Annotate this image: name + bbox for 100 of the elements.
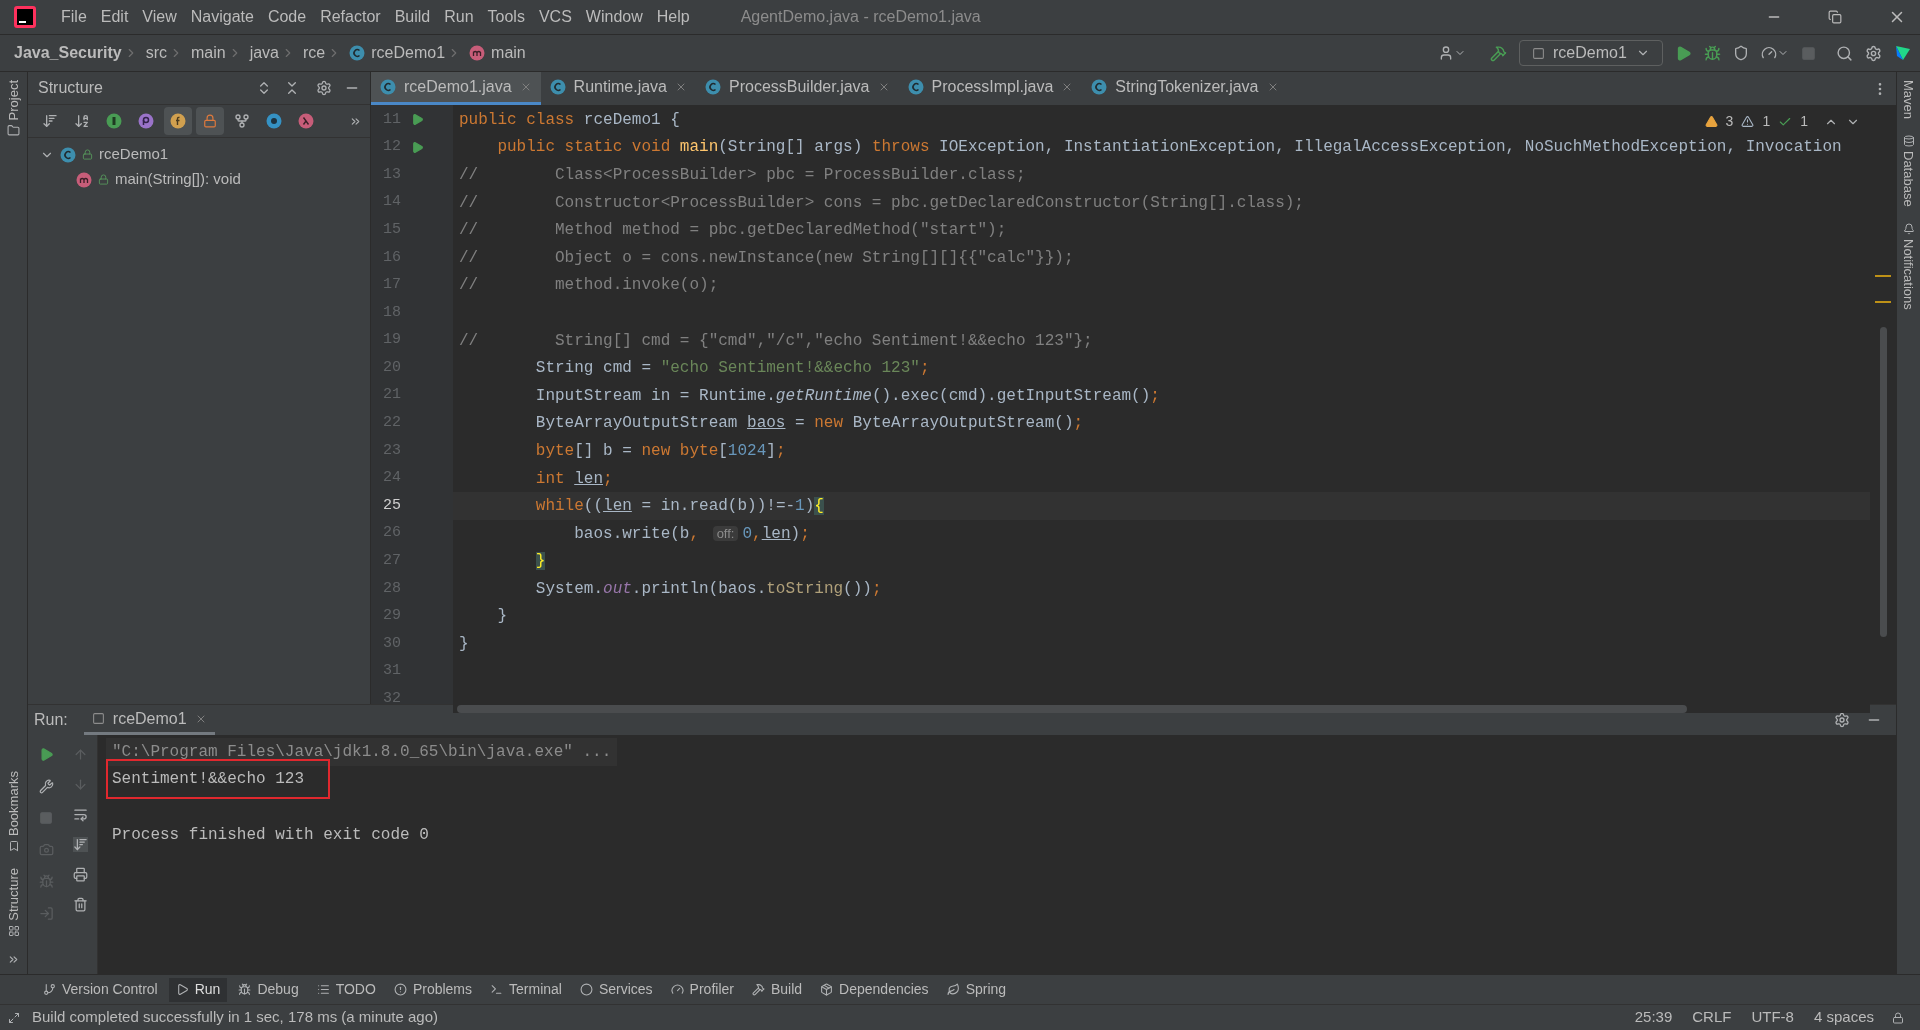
editor-tab[interactable]: rceDemo1.java bbox=[371, 72, 541, 105]
menu-item[interactable]: Window bbox=[578, 5, 650, 29]
tool-window-tab[interactable]: Terminal bbox=[483, 977, 569, 1002]
breadcrumb[interactable]: rceDemo1 bbox=[371, 41, 446, 65]
class-icon bbox=[1091, 79, 1108, 95]
method-icon bbox=[469, 45, 486, 61]
hammer-icon bbox=[751, 983, 765, 996]
status-item[interactable]: 25:39 bbox=[1624, 1006, 1683, 1029]
code-line: } bbox=[496, 606, 507, 628]
code-line: int len; bbox=[534, 468, 613, 490]
hammer-icon[interactable] bbox=[1490, 44, 1507, 62]
tool-window-tab[interactable]: Run bbox=[168, 977, 228, 1002]
trash-icon[interactable] bbox=[73, 897, 88, 912]
plugin-logo-icon bbox=[1894, 44, 1912, 62]
tool-window-tab[interactable]: Version Control bbox=[36, 977, 165, 1002]
window-icon bbox=[91, 712, 105, 725]
search-icon[interactable] bbox=[1836, 44, 1853, 62]
tool-window-tab[interactable]: Services bbox=[572, 977, 660, 1002]
code-line: baos.write(b, off: 0,len); bbox=[573, 523, 810, 545]
branch-icon bbox=[43, 983, 56, 996]
class-icon bbox=[60, 146, 76, 163]
side-tool-tab[interactable]: Database bbox=[1898, 151, 1919, 207]
status-item[interactable]: CRLF bbox=[1682, 1006, 1742, 1029]
menu-item[interactable]: Tools bbox=[480, 5, 532, 29]
status-item[interactable]: 4 spaces bbox=[1803, 1006, 1884, 1029]
settings-icon[interactable] bbox=[1865, 44, 1882, 62]
breadcrumb[interactable]: main bbox=[491, 41, 526, 65]
list-icon bbox=[316, 983, 330, 996]
tree-item[interactable]: rceDemo1 bbox=[99, 143, 169, 166]
menu-item[interactable]: Code bbox=[260, 5, 314, 29]
horizontal-scrollbar[interactable] bbox=[457, 705, 1687, 714]
layout-icon[interactable] bbox=[8, 1011, 20, 1024]
code-line: InputStream in = Runtime.getRuntime().exec(cmd).getInputStream(); bbox=[534, 385, 1160, 407]
breadcrumb[interactable]: main bbox=[190, 41, 226, 65]
run-gutter-icon[interactable] bbox=[411, 113, 424, 127]
close-icon[interactable] bbox=[675, 81, 687, 93]
code-line: public static void main(String[] args) throws IOException, InstantiationException, IllegalAccessException, NoSuchMethodException, Invocation bbox=[496, 137, 1842, 159]
code-line: // Constructor<ProcessBuilder> cons = pbc.getDeclaredConstructor(String[].class); bbox=[459, 192, 1304, 214]
folder-icon bbox=[7, 124, 20, 138]
lock-icon[interactable] bbox=[1892, 1011, 1904, 1024]
side-tool-tab[interactable]: Structure bbox=[3, 868, 24, 921]
scroll-end-icon[interactable] bbox=[73, 837, 88, 852]
side-tool-tab[interactable]: Bookmarks bbox=[3, 771, 24, 837]
rerun-icon[interactable] bbox=[38, 747, 54, 762]
run-icon[interactable] bbox=[1675, 44, 1692, 62]
code-line: // String[] cmd = {"cmd","/c","echo Sentiment!&&echo 123"}; bbox=[459, 330, 1093, 352]
class-icon bbox=[705, 79, 721, 95]
menu-item[interactable]: Navigate bbox=[183, 5, 261, 29]
breadcrumb[interactable]: java bbox=[249, 41, 279, 65]
gauge-icon[interactable] bbox=[1761, 45, 1777, 61]
code-line: while((len = in.read(b))!=-1){ bbox=[534, 496, 824, 518]
wrap-icon[interactable] bbox=[73, 807, 88, 822]
window-title: AgentDemo.java - rceDemo1.java bbox=[740, 7, 981, 27]
run-configuration-dropdown[interactable]: rceDemo1 bbox=[1519, 40, 1663, 66]
menu-item[interactable]: Run bbox=[437, 5, 481, 29]
nonpublic-toggle[interactable] bbox=[196, 107, 224, 135]
tool-window-tab[interactable]: Profiler bbox=[663, 977, 741, 1002]
menu-item[interactable]: File bbox=[54, 5, 94, 29]
code-line: System.out.println(baos.toString()); bbox=[534, 578, 882, 600]
side-tool-tab[interactable]: Notifications bbox=[1898, 238, 1919, 310]
menu-item[interactable]: Edit bbox=[93, 5, 136, 29]
bookmark-icon bbox=[7, 840, 20, 853]
shield-icon[interactable] bbox=[1733, 45, 1749, 61]
menu-item[interactable]: Help bbox=[649, 5, 697, 29]
tool-window-tab[interactable]: Spring bbox=[939, 977, 1014, 1002]
run-gutter-icon[interactable] bbox=[411, 140, 424, 154]
menu-item[interactable]: VCS bbox=[531, 5, 579, 29]
tree-item[interactable]: main(String[]): void bbox=[115, 168, 241, 191]
package-icon bbox=[820, 983, 834, 996]
menu-item[interactable]: Refactor bbox=[313, 5, 388, 29]
menu-item[interactable]: Build bbox=[387, 5, 438, 29]
status-message: Build completed successfully in 1 sec, 178 ms (a minute ago) bbox=[32, 1007, 440, 1028]
code-line: // Object o = cons.newInstance(new String[][]{{"calc"}}); bbox=[459, 247, 1074, 269]
tool-window-tab[interactable]: Problems bbox=[386, 977, 479, 1002]
status-item[interactable]: UTF-8 bbox=[1741, 1006, 1804, 1029]
breadcrumb[interactable]: rce bbox=[303, 41, 326, 65]
debug-icon[interactable] bbox=[1704, 44, 1721, 62]
vertical-scrollbar[interactable] bbox=[1879, 327, 1887, 637]
code-line: } bbox=[459, 634, 469, 656]
warning-icon bbox=[1741, 115, 1755, 128]
tool-window-tab[interactable]: Debug bbox=[231, 977, 306, 1002]
user-icon[interactable] bbox=[1438, 45, 1454, 61]
fields-toggle[interactable] bbox=[164, 107, 192, 135]
breadcrumb[interactable]: Java_Security bbox=[14, 41, 122, 65]
side-tool-tab[interactable]: Maven bbox=[1898, 80, 1919, 120]
settings-icon[interactable] bbox=[1834, 712, 1850, 728]
wrench-icon[interactable] bbox=[38, 779, 54, 794]
terminal-icon bbox=[490, 983, 503, 996]
tool-window-tab[interactable]: TODO bbox=[309, 977, 383, 1002]
side-tool-tab[interactable]: Project bbox=[3, 80, 24, 121]
console-line: Process finished with exit code 0 bbox=[111, 824, 430, 846]
alert-icon bbox=[393, 983, 407, 996]
settings-icon[interactable] bbox=[316, 80, 332, 96]
tool-window-tab[interactable]: Build bbox=[744, 977, 810, 1002]
restore-icon[interactable] bbox=[1828, 10, 1842, 24]
more-icon[interactable] bbox=[7, 953, 20, 966]
print-icon[interactable] bbox=[73, 867, 88, 882]
breadcrumb[interactable]: src bbox=[145, 41, 167, 65]
menu-item[interactable]: View bbox=[135, 5, 184, 29]
tool-window-tab[interactable]: Dependencies bbox=[813, 977, 936, 1002]
